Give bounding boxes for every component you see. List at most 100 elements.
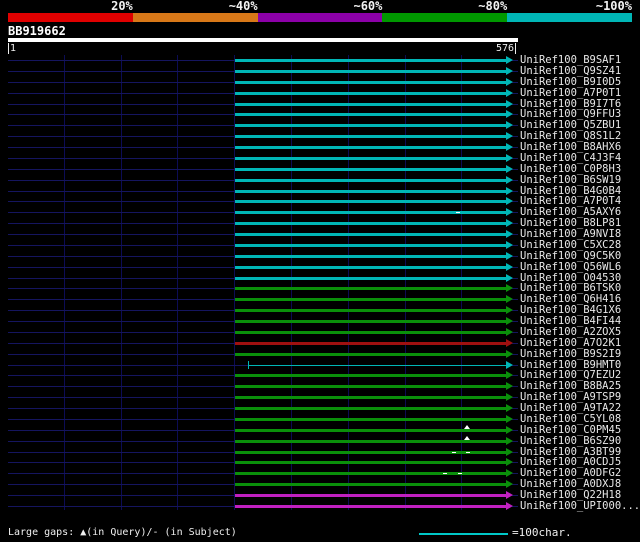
arrow-right-icon xyxy=(505,175,513,184)
alignment-bar[interactable] xyxy=(235,494,506,497)
alignment-bar[interactable] xyxy=(235,504,506,508)
alignment-bar[interactable] xyxy=(235,417,506,421)
alignment-bar[interactable] xyxy=(235,200,506,204)
alignment-bar[interactable] xyxy=(235,461,506,465)
arrow-right-icon xyxy=(505,284,513,293)
alignment-bar[interactable] xyxy=(235,113,506,117)
alignment-bar[interactable] xyxy=(235,309,506,313)
scale-label-40: ~40% xyxy=(228,0,258,13)
arrow-right-icon xyxy=(505,404,513,412)
alignment-bar[interactable] xyxy=(235,135,506,139)
arrow-right-icon xyxy=(505,371,513,380)
ruler: 1 576 xyxy=(8,43,516,54)
arrow-right-icon xyxy=(505,414,513,423)
hit-label[interactable]: UniRef100_A7O2K1 xyxy=(520,337,621,349)
alignment-row[interactable]: UniRef100_Q56WL6 xyxy=(0,261,640,273)
alignment-bar[interactable] xyxy=(235,298,506,302)
identity-scale-bar xyxy=(8,13,632,22)
alignment-bar[interactable] xyxy=(235,352,506,356)
arrow-right-icon xyxy=(505,251,513,260)
alignment-bar[interactable] xyxy=(235,396,506,400)
hit-label[interactable]: UniRef100_UPI000... xyxy=(520,501,640,512)
arrow-right-icon xyxy=(505,153,513,162)
alignment-bar[interactable] xyxy=(235,233,506,236)
alignment-bar[interactable] xyxy=(235,287,506,291)
alignment-bar[interactable] xyxy=(235,222,506,226)
hit-label[interactable]: UniRef100_B6SZ90 xyxy=(520,435,621,447)
arrow-right-icon xyxy=(505,393,513,402)
hit-label[interactable]: UniRef100_Q9C5K0 xyxy=(520,250,621,262)
arrow-right-icon xyxy=(505,501,513,510)
arrow-right-icon xyxy=(505,99,513,108)
alignment-bar[interactable] xyxy=(235,124,506,128)
alignment-row[interactable]: UniRef100_C0P8H3 xyxy=(0,163,640,175)
alignment-row[interactable]: UniRef100_A7O2K1 xyxy=(0,337,640,349)
alignment-row[interactable]: UniRef100_B9S2I9 xyxy=(0,348,640,360)
alignment-bar[interactable] xyxy=(235,374,506,378)
alignment-bar[interactable] xyxy=(235,211,506,215)
alignment-bar[interactable] xyxy=(235,276,506,280)
query-name: BB919662 xyxy=(8,24,66,38)
alignment-row[interactable]: UniRef100_UPI000... xyxy=(0,501,640,512)
alignment-row[interactable]: UniRef100_B6SZ90 xyxy=(0,435,640,447)
alignment-bar[interactable] xyxy=(235,428,506,432)
hit-label[interactable]: UniRef100_Q56WL6 xyxy=(520,261,621,273)
blast-graphic-overview: 20% ~40% ~60% ~80% ~100% BB919662 1 576 … xyxy=(0,0,640,542)
alignment-bar[interactable] xyxy=(235,80,506,84)
arrow-right-icon xyxy=(505,458,513,467)
alignment-row[interactable]: UniRef100_C0PM45 xyxy=(0,424,640,436)
alignment-bar[interactable] xyxy=(235,385,506,389)
identity-scale-segment xyxy=(8,13,133,22)
alignment-bar[interactable] xyxy=(235,69,506,73)
alignment-row[interactable]: UniRef100_B6SW19 xyxy=(0,174,640,186)
alignment-bar[interactable] xyxy=(235,330,506,334)
alignment-row[interactable]: UniRef100_A7P0T1 xyxy=(0,87,640,99)
alignment-bar[interactable] xyxy=(248,364,506,366)
alignment-bar[interactable] xyxy=(235,320,506,323)
scale-label-80: ~80% xyxy=(478,0,508,13)
arrow-right-icon xyxy=(505,360,513,369)
scale-label-20: 20% xyxy=(111,0,133,13)
hit-label[interactable]: UniRef100_A7P0T1 xyxy=(520,87,621,99)
alignment-bar[interactable] xyxy=(235,102,506,106)
arrow-right-icon xyxy=(505,306,513,315)
arrow-right-icon xyxy=(505,469,513,478)
alignment-bar[interactable] xyxy=(235,243,506,247)
alignment-bar[interactable] xyxy=(235,407,506,410)
alignment-bar[interactable] xyxy=(235,178,506,182)
alignment-bar[interactable] xyxy=(235,254,506,258)
arrow-right-icon xyxy=(505,56,513,64)
arrow-right-icon xyxy=(505,273,513,282)
arrow-right-icon xyxy=(505,219,513,228)
alignment-bar[interactable] xyxy=(235,167,506,171)
hit-label[interactable]: UniRef100_C0P8H3 xyxy=(520,163,621,175)
hit-label[interactable]: UniRef100_C0PM45 xyxy=(520,424,621,436)
arrow-right-icon xyxy=(505,230,513,238)
arrow-right-icon xyxy=(505,317,513,325)
alignment-bar[interactable] xyxy=(235,472,506,476)
arrow-right-icon xyxy=(505,77,513,86)
arrow-right-icon xyxy=(505,186,513,195)
alignment-bar[interactable] xyxy=(235,483,506,487)
arrow-right-icon xyxy=(505,436,513,445)
alignment-bar[interactable] xyxy=(235,91,506,95)
identity-scale-segment xyxy=(132,13,258,22)
alignment-bar[interactable] xyxy=(235,59,506,62)
alignment-bar[interactable] xyxy=(235,146,506,149)
alignment-bar[interactable] xyxy=(235,156,506,160)
hit-label[interactable]: UniRef100_B9I0D5 xyxy=(520,76,621,88)
alignment-start-tick xyxy=(248,360,250,369)
alignment-row[interactable]: UniRef100_B9I0D5 xyxy=(0,76,640,88)
alignment-bar[interactable] xyxy=(235,265,506,269)
hit-label[interactable]: UniRef100_B9S2I9 xyxy=(520,348,621,360)
scale-label-60: ~60% xyxy=(353,0,383,13)
identity-scale-segment xyxy=(507,13,632,22)
alignment-bar[interactable] xyxy=(235,341,506,345)
alignment-bar[interactable] xyxy=(235,439,506,443)
hit-label[interactable]: UniRef100_B6SW19 xyxy=(520,174,621,186)
ruler-end-label: 576 xyxy=(495,43,514,54)
arrow-right-icon xyxy=(505,295,513,304)
alignment-row[interactable]: UniRef100_Q9C5K0 xyxy=(0,250,640,262)
alignment-bar[interactable] xyxy=(235,189,506,193)
arrow-right-icon xyxy=(505,262,513,271)
